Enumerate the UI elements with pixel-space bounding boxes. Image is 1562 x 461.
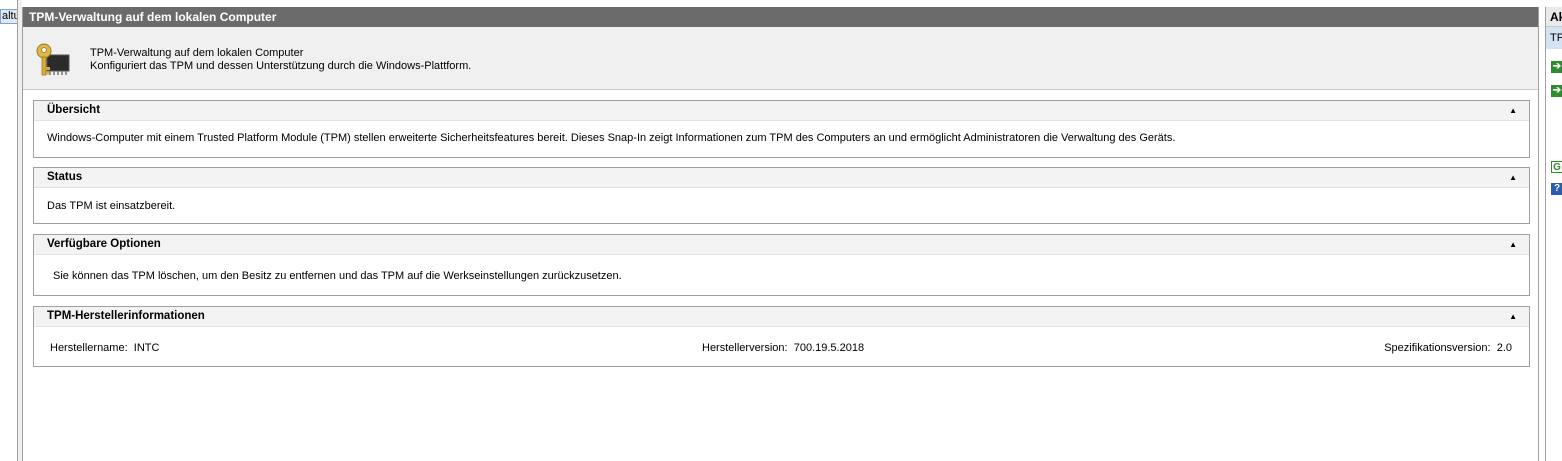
section-overview: Übersicht ▲ Windows-Computer mit einem T… bbox=[33, 100, 1530, 158]
section-overview-header[interactable]: Übersicht ▲ bbox=[34, 101, 1529, 121]
action-arrow-icon[interactable]: ➔ bbox=[1551, 85, 1562, 97]
page-title: TPM-Verwaltung auf dem lokalen Computer bbox=[23, 7, 1538, 27]
section-manufacturer-header[interactable]: TPM-Herstellerinformationen ▲ bbox=[34, 307, 1529, 327]
help-icon[interactable]: ? bbox=[1551, 183, 1562, 195]
key-chip-icon bbox=[36, 43, 70, 76]
actions-pane: Ak TP ➔ ➔ G ? bbox=[1545, 7, 1562, 461]
spec-version: Spezifikationsversion: 2.0 bbox=[1384, 342, 1512, 355]
section-status-title: Status bbox=[47, 171, 83, 183]
refresh-icon[interactable]: G bbox=[1551, 161, 1562, 173]
section-options-header[interactable]: Verfügbare Optionen ▲ bbox=[34, 235, 1529, 255]
manufacturer-version: Herstellerversion: 700.19.5.2018 bbox=[702, 342, 864, 355]
options-text: Sie können das TPM löschen, um den Besit… bbox=[53, 270, 622, 282]
main-pane: TPM-Verwaltung auf dem lokalen Computer … bbox=[22, 7, 1539, 461]
manufacturer-version-label: Herstellerversion: bbox=[702, 342, 788, 354]
section-manufacturer: TPM-Herstellerinformationen ▲ Hersteller… bbox=[33, 306, 1530, 367]
tree-item-tpm[interactable]: altu bbox=[0, 9, 17, 24]
header-description: Konfiguriert das TPM und dessen Unterstü… bbox=[90, 60, 472, 72]
collapse-icon[interactable]: ▲ bbox=[1509, 307, 1517, 326]
section-options-title: Verfügbare Optionen bbox=[47, 238, 161, 250]
spec-version-value: 2.0 bbox=[1496, 342, 1512, 354]
manufacturer-version-value: 700.19.5.2018 bbox=[793, 342, 865, 354]
section-manufacturer-body: Herstellername: INTC Herstellerversion: … bbox=[34, 327, 1529, 355]
manufacturer-name-label: Herstellername: bbox=[50, 342, 128, 354]
manufacturer-info-row: Herstellername: INTC Herstellerversion: … bbox=[34, 342, 1529, 355]
section-options: Verfügbare Optionen ▲ Sie können das TPM… bbox=[33, 234, 1530, 296]
section-manufacturer-title: TPM-Herstellerinformationen bbox=[47, 310, 205, 322]
tree-pane: altu bbox=[0, 0, 18, 461]
action-arrow-icon[interactable]: ➔ bbox=[1551, 61, 1562, 73]
manufacturer-name-value: INTC bbox=[133, 342, 160, 354]
section-overview-body: Windows-Computer mit einem Trusted Platf… bbox=[34, 121, 1529, 145]
actions-subheader[interactable]: TP bbox=[1546, 27, 1562, 49]
manufacturer-name: Herstellername: INTC bbox=[50, 342, 159, 355]
overview-text: Windows-Computer mit einem Trusted Platf… bbox=[47, 132, 1176, 144]
collapse-icon[interactable]: ▲ bbox=[1509, 235, 1517, 254]
header-title: TPM-Verwaltung auf dem lokalen Computer bbox=[90, 47, 304, 59]
section-status: Status ▲ Das TPM ist einsatzbereit. bbox=[33, 167, 1530, 224]
collapse-icon[interactable]: ▲ bbox=[1509, 101, 1517, 120]
spec-version-label: Spezifikationsversion: bbox=[1384, 342, 1491, 354]
header-text: TPM-Verwaltung auf dem lokalen Computer … bbox=[90, 47, 471, 73]
status-text: Das TPM ist einsatzbereit. bbox=[47, 200, 176, 212]
collapse-icon[interactable]: ▲ bbox=[1509, 168, 1517, 187]
section-status-header[interactable]: Status ▲ bbox=[34, 168, 1529, 188]
snapin-header: TPM-Verwaltung auf dem lokalen Computer … bbox=[23, 27, 1538, 90]
section-options-body: Sie können das TPM löschen, um den Besit… bbox=[34, 255, 1529, 283]
actions-header: Ak bbox=[1546, 7, 1562, 27]
section-status-body: Das TPM ist einsatzbereit. bbox=[34, 188, 1529, 213]
section-overview-title: Übersicht bbox=[47, 104, 101, 116]
